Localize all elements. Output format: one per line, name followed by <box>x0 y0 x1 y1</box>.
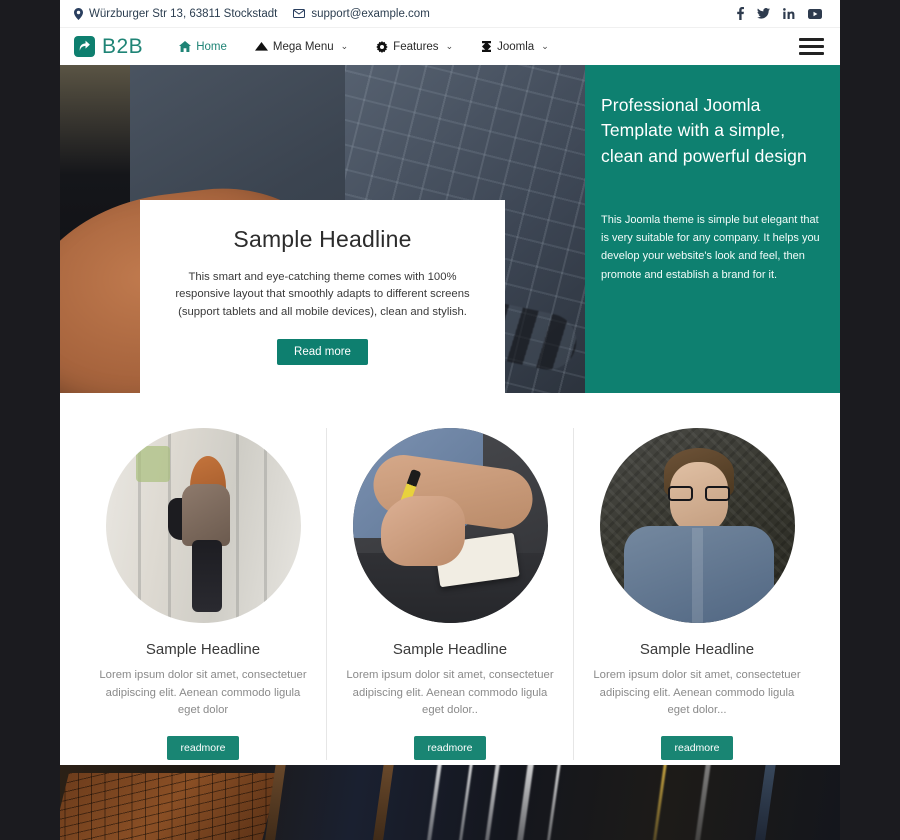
home-icon <box>179 41 192 52</box>
card-title: Sample Headline <box>145 641 261 658</box>
card-text: Lorem ipsum dolor sit amet, consectetuer… <box>346 669 554 716</box>
top-info-bar: Würzburger Str 13, 63811 Stockstadt supp… <box>60 0 840 28</box>
address-item: Würzburger Str 13, 63811 Stockstadt <box>74 7 278 20</box>
card-readmore-button[interactable]: readmore <box>413 735 487 760</box>
linkedin-icon[interactable] <box>783 8 795 19</box>
menu-label: Joomla <box>497 40 535 53</box>
email-item[interactable]: support@example.com <box>293 7 430 20</box>
card-title: Sample Headline <box>392 641 508 658</box>
social-links <box>737 7 822 20</box>
joomla-icon <box>481 41 492 52</box>
card-photo-businesswoman <box>105 428 301 623</box>
menu-label: Features <box>393 40 439 53</box>
hero-text-panel: Professional Joomla Template with a simp… <box>585 65 840 393</box>
card-photo-writing-hand <box>352 428 548 623</box>
card-photo-young-man <box>599 428 795 623</box>
card-title: Sample Headline <box>639 641 755 658</box>
read-more-button[interactable]: Read more <box>277 339 368 365</box>
hero-card-title: Sample Headline <box>233 225 412 252</box>
card-text: Lorem ipsum dolor sit amet, consectetuer… <box>99 669 307 716</box>
hero-card-text: This smart and eye-catching theme comes … <box>175 270 470 318</box>
card-readmore-button[interactable]: readmore <box>166 735 240 760</box>
cards-row: Sample Headline Lorem ipsum dolor sit am… <box>80 428 820 760</box>
menu-item-mega-menu[interactable]: Mega Menu ⌄ <box>241 41 362 53</box>
menu-label: Mega Menu <box>272 40 334 53</box>
address-text: Würzburger Str 13, 63811 Stockstadt <box>89 7 278 20</box>
brand-logo[interactable]: B2B <box>74 36 143 57</box>
card-text: Lorem ipsum dolor sit amet, consectetuer… <box>593 669 801 716</box>
hero-panel-title: Professional Joomla Template with a simp… <box>601 95 807 166</box>
facebook-icon[interactable] <box>737 7 744 20</box>
bottom-image-strip <box>60 765 840 840</box>
gear-icon <box>376 40 388 53</box>
email-text: support@example.com <box>311 7 430 20</box>
share-arrow-icon <box>74 36 95 57</box>
main-navbar: B2B Home Mega Menu ⌄ Features ⌄ Joomla ⌄ <box>60 28 840 65</box>
menu-item-features[interactable]: Features ⌄ <box>362 40 467 53</box>
feature-card: Sample Headline Lorem ipsum dolor sit am… <box>573 428 820 760</box>
feature-card: Sample Headline Lorem ipsum dolor sit am… <box>80 428 326 760</box>
map-pin-icon <box>74 7 83 20</box>
twitter-icon[interactable] <box>757 8 770 19</box>
browser-page-frame: Würzburger Str 13, 63811 Stockstadt supp… <box>60 0 840 840</box>
menu-label: Home <box>196 40 227 53</box>
hero-panel-text: This Joomla theme is simple but elegant … <box>601 214 820 281</box>
hamburger-menu-icon[interactable] <box>799 34 824 59</box>
brand-name: B2B <box>102 35 144 58</box>
hero-overlay-card: Sample Headline This smart and eye-catch… <box>140 199 505 393</box>
chevron-down-icon: ⌄ <box>445 41 454 51</box>
features-carousel-section: Sample Headline Lorem ipsum dolor sit am… <box>60 393 840 817</box>
chevron-down-icon: ⌄ <box>340 41 349 51</box>
menu-item-joomla[interactable]: Joomla ⌄ <box>467 41 563 53</box>
menu-item-home[interactable]: Home <box>165 41 241 53</box>
envelope-icon <box>293 9 306 18</box>
layers-icon <box>254 41 268 52</box>
youtube-icon[interactable] <box>808 8 822 19</box>
primary-menu: Home Mega Menu ⌄ Features ⌄ Joomla ⌄ <box>165 40 563 53</box>
topbar-contact-group: Würzburger Str 13, 63811 Stockstadt supp… <box>74 7 430 20</box>
hero-section: Professional Joomla Template with a simp… <box>60 65 840 393</box>
feature-card: Sample Headline Lorem ipsum dolor sit am… <box>326 428 573 760</box>
eyeglasses <box>667 486 730 501</box>
chevron-down-icon: ⌄ <box>541 41 549 51</box>
card-readmore-button[interactable]: readmore <box>660 735 734 760</box>
